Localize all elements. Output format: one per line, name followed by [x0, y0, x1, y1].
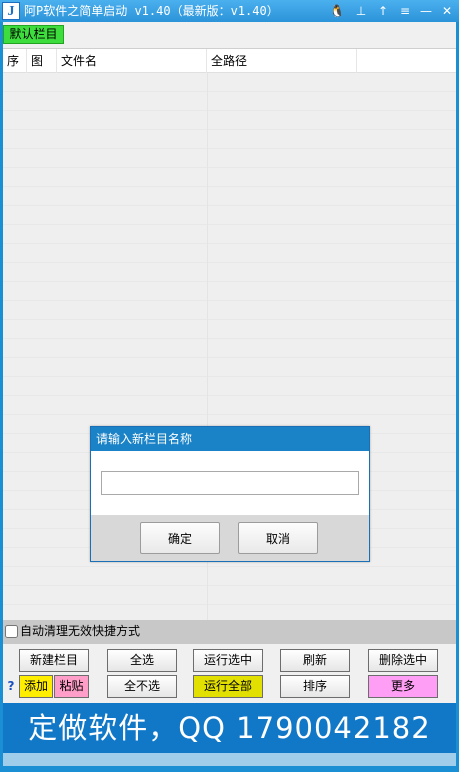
app-logo-icon: J — [2, 2, 20, 20]
column-header-icon[interactable]: 图 — [27, 49, 57, 73]
column-header-index[interactable]: 序 — [3, 49, 27, 73]
app-window: J 阿P软件之简单启动 v1.40（最新版：v1.40） 🐧 ⊥ ↑ ≡ — ✕… — [0, 0, 459, 772]
cancel-button[interactable]: 取消 — [238, 522, 318, 554]
run-selected-button[interactable]: 运行选中 — [193, 649, 263, 672]
more-button[interactable]: 更多 — [368, 675, 438, 698]
select-all-button[interactable]: 全选 — [107, 649, 177, 672]
tab-strip: 默认栏目 — [3, 22, 456, 46]
dock-bottom-icon[interactable]: ⊥ — [352, 2, 370, 20]
title-bar[interactable]: J 阿P软件之简单启动 v1.40（最新版：v1.40） 🐧 ⊥ ↑ ≡ — ✕ — [0, 0, 459, 22]
help-icon[interactable]: ? — [5, 678, 17, 694]
qq-penguin-icon[interactable]: 🐧 — [328, 2, 346, 20]
column-name-input[interactable] — [101, 471, 359, 495]
arrow-up-icon[interactable]: ↑ — [374, 2, 392, 20]
sort-button[interactable]: 排序 — [280, 675, 350, 698]
column-header-filename[interactable]: 文件名 — [57, 49, 207, 73]
close-icon[interactable]: ✕ — [438, 2, 456, 20]
run-all-button[interactable]: 运行全部 — [193, 675, 263, 698]
ad-banner[interactable]: 定做软件，QQ 1790042182 — [3, 703, 456, 753]
ok-button[interactable]: 确定 — [140, 522, 220, 554]
new-column-dialog: 请输入新栏目名称 确定 取消 — [90, 426, 370, 562]
option-bar: 自动清理无效快捷方式 — [3, 620, 456, 644]
auto-clean-checkbox[interactable] — [5, 625, 18, 638]
dialog-footer: 确定 取消 — [91, 515, 369, 561]
refresh-button[interactable]: 刷新 — [280, 649, 350, 672]
new-column-button[interactable]: 新建栏目 — [19, 649, 89, 672]
deselect-all-button[interactable]: 全不选 — [107, 675, 177, 698]
column-header-fullpath[interactable]: 全路径 — [207, 49, 357, 73]
auto-clean-label[interactable]: 自动清理无效快捷方式 — [20, 624, 140, 639]
client-area: 默认栏目 序 图 文件名 全路径 请输入新栏目名称 确定 取消 自动清理无效快捷… — [3, 22, 456, 766]
tab-default-column[interactable]: 默认栏目 — [3, 25, 64, 44]
dialog-title: 请输入新栏目名称 — [91, 427, 369, 451]
paste-button[interactable]: 粘贴 — [54, 675, 89, 698]
status-strip — [3, 753, 456, 766]
window-title: 阿P软件之简单启动 v1.40（最新版：v1.40） — [24, 4, 279, 18]
minimize-icon[interactable]: — — [417, 2, 435, 20]
action-buttons: 新建栏目 全选 运行选中 刷新 删除选中 ? 添加 粘贴 全不选 运行全部 排序… — [3, 644, 456, 702]
delete-selected-button[interactable]: 删除选中 — [368, 649, 438, 672]
menu-icon[interactable]: ≡ — [396, 2, 414, 20]
list-header: 序 图 文件名 全路径 — [3, 49, 456, 73]
add-button[interactable]: 添加 — [19, 675, 53, 698]
column-header-extra[interactable] — [357, 49, 456, 73]
